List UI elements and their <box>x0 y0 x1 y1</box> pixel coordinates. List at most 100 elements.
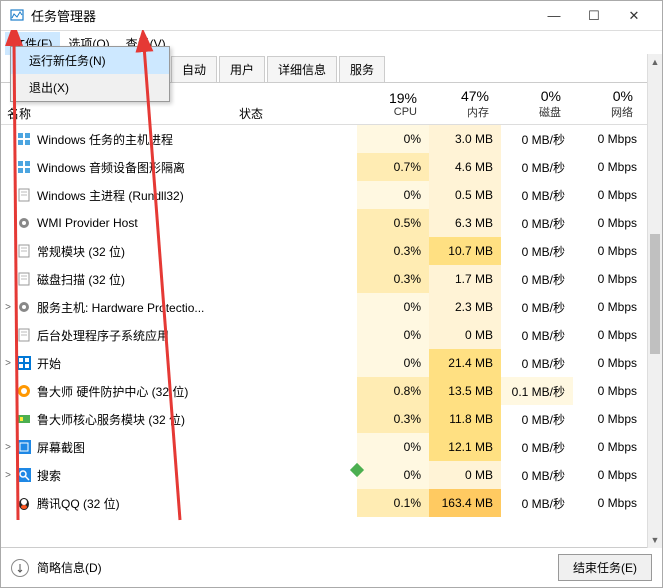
process-icon <box>15 355 33 371</box>
process-row[interactable]: Windows 任务的主机进程 0%3.0 MB0 MB/秒0 Mbps <box>1 125 662 153</box>
process-row[interactable]: Windows 音频设备图形隔离0.7%4.6 MB0 MB/秒0 Mbps <box>1 153 662 181</box>
minimize-button[interactable]: — <box>534 2 574 30</box>
process-name: Windows 任务的主机进程 <box>37 131 237 148</box>
mem-cell: 0 MB <box>429 321 501 349</box>
mem-cell: 3.0 MB <box>429 125 501 153</box>
net-cell: 0 Mbps <box>573 209 645 237</box>
process-row[interactable]: Windows 主进程 (Rundll32)0%0.5 MB0 MB/秒0 Mb… <box>1 181 662 209</box>
cpu-cell: 0% <box>357 349 429 377</box>
process-icon <box>15 327 33 343</box>
mem-cell: 0.5 MB <box>429 181 501 209</box>
process-name: 搜索 <box>37 467 237 484</box>
process-name: WMI Provider Host <box>37 216 237 230</box>
cpu-cell: 0% <box>357 321 429 349</box>
net-cell: 0 Mbps <box>573 293 645 321</box>
process-name: 服务主机: Hardware Protectio... <box>37 299 237 316</box>
net-cell: 0 Mbps <box>573 153 645 181</box>
expand-chevron-icon[interactable]: > <box>1 358 15 369</box>
cpu-cell: 0% <box>357 293 429 321</box>
process-icon <box>15 411 33 427</box>
cpu-cell: 0% <box>357 433 429 461</box>
process-row[interactable]: 鲁大师核心服务模块 (32 位)0.3%11.8 MB0 MB/秒0 Mbps <box>1 405 662 433</box>
expand-chevron-icon[interactable]: > <box>1 442 15 453</box>
disk-cell: 0 MB/秒 <box>501 237 573 265</box>
net-cell: 0 Mbps <box>573 125 645 153</box>
process-icon <box>15 187 33 203</box>
process-name: Windows 音频设备图形隔离 <box>37 159 237 176</box>
process-icon <box>15 467 33 483</box>
process-row[interactable]: 鲁大师 硬件防护中心 (32 位)0.8%13.5 MB0.1 MB/秒0 Mb… <box>1 377 662 405</box>
mem-percent: 47% <box>425 88 489 104</box>
tab-details[interactable]: 详细信息 <box>267 56 337 82</box>
process-row[interactable]: >开始0%21.4 MB0 MB/秒0 Mbps <box>1 349 662 377</box>
net-cell: 0 Mbps <box>573 237 645 265</box>
tab-users[interactable]: 用户 <box>219 56 265 82</box>
cpu-percent: 19% <box>353 90 417 106</box>
expand-chevron-icon[interactable]: > <box>1 470 15 481</box>
disk-cell: 0 MB/秒 <box>501 405 573 433</box>
header-memory[interactable]: 47% 内存 <box>425 83 497 124</box>
close-button[interactable]: ✕ <box>614 2 654 30</box>
mem-cell: 1.7 MB <box>429 265 501 293</box>
mem-cell: 10.7 MB <box>429 237 501 265</box>
disk-cell: 0 MB/秒 <box>501 433 573 461</box>
header-network[interactable]: 0% 网络 <box>569 83 641 124</box>
window-title: 任务管理器 <box>31 6 534 25</box>
process-list[interactable]: Windows 任务的主机进程0%3.0 MB0 MB/秒0 MbpsWindo… <box>1 125 662 547</box>
cpu-cell: 0.5% <box>357 209 429 237</box>
process-row[interactable]: 磁盘扫描 (32 位)0.3%1.7 MB0 MB/秒0 Mbps <box>1 265 662 293</box>
menu-item-new-task[interactable]: 运行新任务(N) <box>11 47 169 74</box>
header-disk[interactable]: 0% 磁盘 <box>497 83 569 124</box>
maximize-button[interactable]: ☐ <box>574 2 614 30</box>
process-row[interactable]: 后台处理程序子系统应用0%0 MB0 MB/秒0 Mbps <box>1 321 662 349</box>
process-row[interactable]: >服务主机: Hardware Protectio...0%2.3 MB0 MB… <box>1 293 662 321</box>
disk-cell: 0 MB/秒 <box>501 461 573 489</box>
net-cell: 0 Mbps <box>573 461 645 489</box>
net-label: 网络 <box>569 104 633 120</box>
file-menu-dropdown: 运行新任务(N) 退出(X) <box>10 46 170 102</box>
process-name: 后台处理程序子系统应用 <box>37 327 237 344</box>
brief-info-link[interactable]: 简略信息(D) <box>37 559 102 576</box>
process-row[interactable]: >屏幕截图0%12.1 MB0 MB/秒0 Mbps <box>1 433 662 461</box>
app-icon <box>9 8 25 24</box>
mem-cell: 0 MB <box>429 461 501 489</box>
process-icon <box>15 159 33 175</box>
scroll-thumb[interactable] <box>650 234 660 354</box>
mem-cell: 2.3 MB <box>429 293 501 321</box>
net-percent: 0% <box>569 88 633 104</box>
end-task-button[interactable]: 结束任务(E) <box>558 554 652 581</box>
tab-services[interactable]: 服务 <box>339 56 385 82</box>
disk-cell: 0.1 MB/秒 <box>501 377 573 405</box>
process-row[interactable]: 腾讯QQ (32 位)0.1%163.4 MB0 MB/秒0 Mbps <box>1 489 662 517</box>
process-name: 开始 <box>37 355 237 372</box>
process-icon <box>15 243 33 259</box>
disk-cell: 0 MB/秒 <box>501 181 573 209</box>
net-cell: 0 Mbps <box>573 321 645 349</box>
net-cell: 0 Mbps <box>573 181 645 209</box>
mem-cell: 12.1 MB <box>429 433 501 461</box>
process-row[interactable]: > 搜索 0%0 MB0 MB/秒0 Mbps <box>1 461 662 489</box>
disk-percent: 0% <box>497 88 561 104</box>
menu-item-exit[interactable]: 退出(X) <box>11 74 169 101</box>
disk-cell: 0 MB/秒 <box>501 265 573 293</box>
header-status[interactable]: 状态 <box>233 83 353 124</box>
scrollbar[interactable]: ▲ ▼ <box>647 54 662 548</box>
expand-chevron-icon[interactable]: > <box>1 302 15 313</box>
footer: 简略信息(D) 结束任务(E) <box>1 547 662 587</box>
scroll-up-icon[interactable]: ▲ <box>648 54 662 70</box>
mem-cell: 4.6 MB <box>429 153 501 181</box>
cpu-cell: 0% <box>357 181 429 209</box>
header-cpu[interactable]: 19% CPU <box>353 83 425 124</box>
expand-icon[interactable] <box>11 559 29 577</box>
cpu-cell: 0% <box>357 461 429 489</box>
process-icon <box>15 495 33 511</box>
tab-startup[interactable]: 自动 <box>171 56 217 82</box>
process-row[interactable]: WMI Provider Host0.5%6.3 MB0 MB/秒0 Mbps <box>1 209 662 237</box>
scroll-down-icon[interactable]: ▼ <box>648 532 662 548</box>
mem-label: 内存 <box>425 104 489 120</box>
cpu-cell: 0% <box>357 125 429 153</box>
process-row[interactable]: 常规模块 (32 位)0.3%10.7 MB0 MB/秒0 Mbps <box>1 237 662 265</box>
disk-cell: 0 MB/秒 <box>501 349 573 377</box>
disk-cell: 0 MB/秒 <box>501 125 573 153</box>
process-name: 鲁大师 硬件防护中心 (32 位) <box>37 383 237 400</box>
